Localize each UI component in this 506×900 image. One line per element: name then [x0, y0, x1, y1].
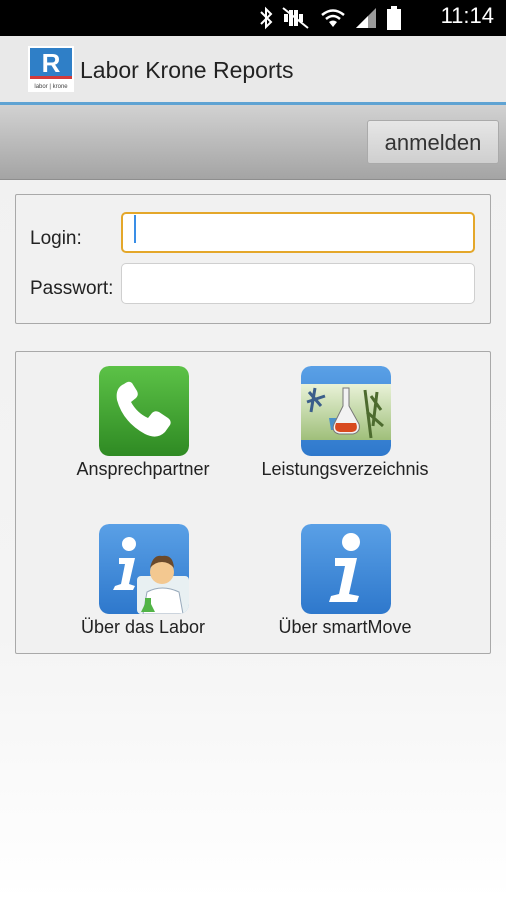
menu-item-label: Leistungsverzeichnis [261, 459, 429, 479]
status-time: 11:14 [440, 3, 494, 28]
menu-panel: Ansprechpartner Leistungsverzeichnis Übe… [15, 351, 491, 654]
menu-item-leistungsverzeichnis[interactable]: Leistungsverzeichnis [245, 366, 445, 496]
password-field[interactable] [121, 263, 475, 304]
login-button[interactable]: anmelden [367, 120, 499, 164]
wifi-icon [321, 9, 345, 27]
bluetooth-icon [260, 6, 273, 30]
app-logo: R labor | krone [28, 46, 74, 92]
app-title: Labor Krone Reports [80, 57, 294, 83]
login-panel: Login: Passwort: [15, 194, 491, 324]
text-caret [134, 215, 136, 243]
menu-item-ueber-smartmove[interactable]: Über smartMove [245, 524, 445, 654]
lab-flask-icon[interactable] [301, 366, 391, 456]
login-label: Login: [30, 228, 82, 249]
status-icons [258, 4, 402, 32]
menu-item-ueber-das-labor[interactable]: Über das Labor [43, 524, 243, 654]
info-lab-icon[interactable] [99, 524, 189, 614]
signal-icon [356, 8, 376, 28]
menu-item-ansprechpartner[interactable]: Ansprechpartner [43, 366, 243, 496]
menu-item-label: Über smartMove [278, 617, 412, 637]
battery-icon [387, 6, 401, 30]
password-label: Passwort: [30, 278, 114, 299]
logo-tagline: labor | krone [34, 84, 68, 90]
menu-item-label: Ansprechpartner [76, 459, 210, 479]
status-bar: 11:14 [0, 0, 506, 36]
mute-icon [282, 7, 309, 29]
phone-icon[interactable] [99, 366, 189, 456]
info-icon[interactable] [301, 524, 391, 614]
logo-letter: R [42, 48, 61, 78]
login-field[interactable] [121, 212, 475, 253]
menu-item-label: Über das Labor [80, 617, 206, 637]
